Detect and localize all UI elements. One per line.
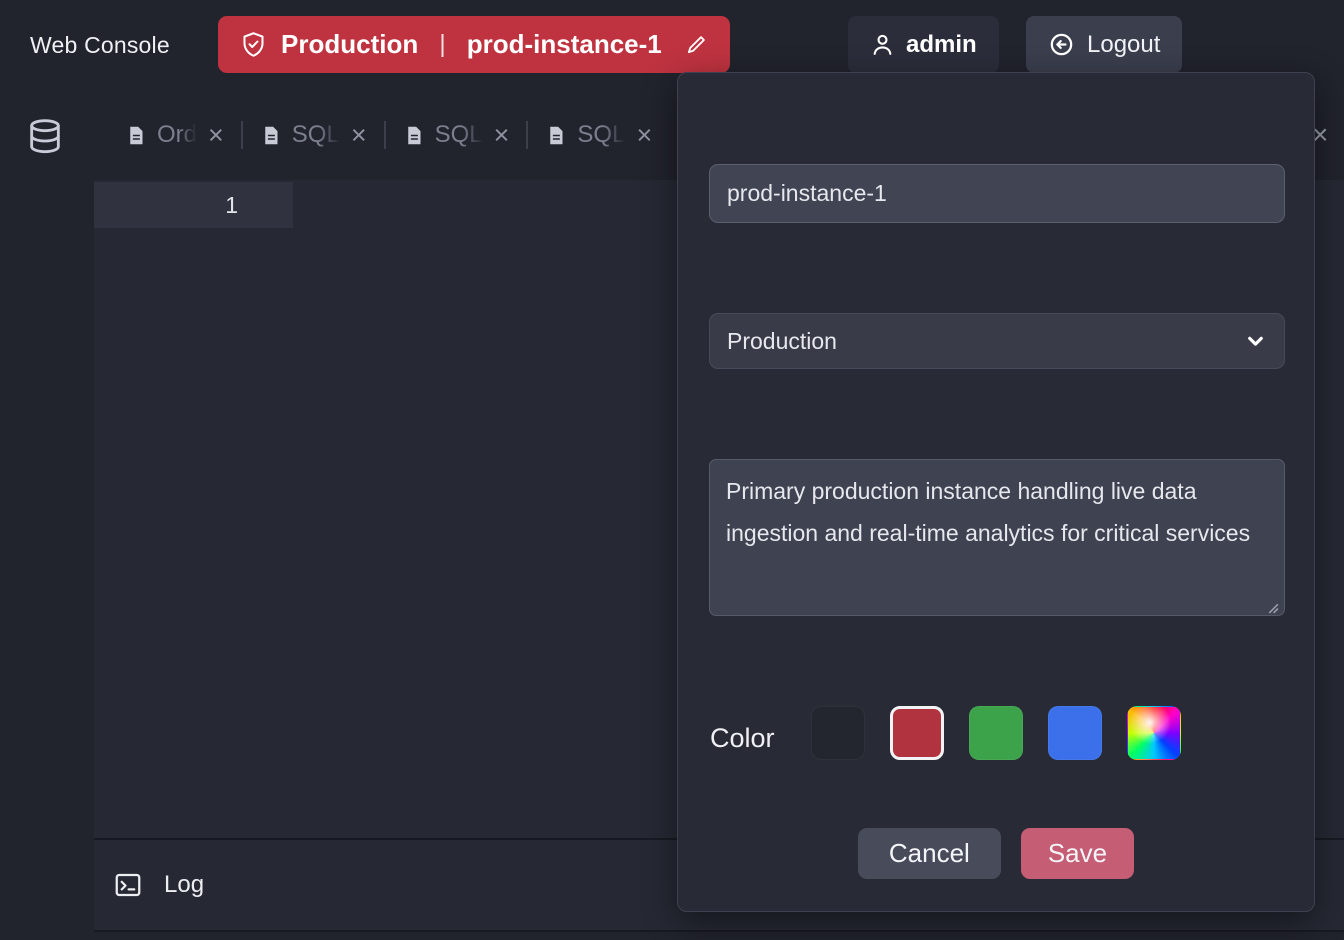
tab-close-icon[interactable]: × bbox=[494, 122, 510, 149]
logout-button[interactable]: Logout bbox=[1026, 16, 1182, 73]
instance-name-label: prod-instance-1 bbox=[467, 29, 662, 60]
color-swatch-blue[interactable] bbox=[1048, 706, 1102, 760]
logout-icon bbox=[1048, 31, 1075, 58]
edit-instance-dialog: Instance Name Instance Type Production D… bbox=[677, 72, 1315, 912]
tab-sql-1[interactable]: SQL × bbox=[243, 107, 384, 163]
tab-close-icon[interactable]: × bbox=[636, 122, 652, 149]
tab-close-icon[interactable]: × bbox=[208, 122, 224, 149]
tab-label: Ord bbox=[157, 121, 197, 149]
tab-sql-3[interactable]: SQL × bbox=[528, 107, 669, 163]
bottom-strip bbox=[94, 930, 1344, 940]
user-chip[interactable]: admin bbox=[848, 16, 999, 73]
file-icon bbox=[545, 123, 566, 148]
save-button[interactable]: Save bbox=[1021, 828, 1134, 879]
color-swatch-rainbow[interactable] bbox=[1127, 706, 1181, 760]
cancel-button[interactable]: Cancel bbox=[858, 828, 1001, 879]
color-swatch-row bbox=[678, 706, 1314, 760]
file-icon bbox=[125, 123, 146, 148]
logout-label: Logout bbox=[1087, 31, 1160, 59]
tab-label: SQL bbox=[577, 121, 625, 149]
log-label: Log bbox=[164, 871, 204, 899]
color-swatch-default[interactable] bbox=[811, 706, 865, 760]
username-label: admin bbox=[906, 31, 977, 59]
tab-close-icon[interactable]: × bbox=[351, 122, 367, 149]
file-icon bbox=[260, 123, 281, 148]
badge-separator: | bbox=[439, 30, 446, 59]
instance-badge[interactable]: Production | prod-instance-1 bbox=[218, 16, 730, 73]
chevron-down-icon bbox=[1245, 331, 1266, 352]
line-number: 1 bbox=[94, 182, 293, 228]
app-title: Web Console bbox=[30, 0, 170, 90]
instance-type-value: Production bbox=[710, 328, 1245, 355]
user-icon bbox=[870, 32, 895, 57]
tab-sql-2[interactable]: SQL × bbox=[386, 107, 527, 163]
tab-orders[interactable]: Ord × bbox=[108, 107, 241, 163]
database-icon[interactable] bbox=[25, 116, 65, 158]
instance-type-select[interactable]: Production bbox=[709, 313, 1285, 369]
description-textarea[interactable]: Primary production instance handling liv… bbox=[709, 459, 1285, 616]
tab-label: SQL bbox=[292, 121, 340, 149]
environment-label: Production bbox=[281, 29, 418, 60]
terminal-icon bbox=[113, 870, 143, 900]
sidebar bbox=[0, 90, 94, 940]
tab-label: SQL bbox=[435, 121, 483, 149]
file-icon bbox=[403, 123, 424, 148]
shield-icon bbox=[240, 30, 267, 59]
instance-name-input[interactable] bbox=[709, 164, 1285, 223]
edit-pencil-icon[interactable] bbox=[685, 33, 708, 56]
color-swatch-red[interactable] bbox=[890, 706, 944, 760]
color-swatch-green[interactable] bbox=[969, 706, 1023, 760]
dialog-buttons: Cancel Save bbox=[678, 828, 1314, 879]
